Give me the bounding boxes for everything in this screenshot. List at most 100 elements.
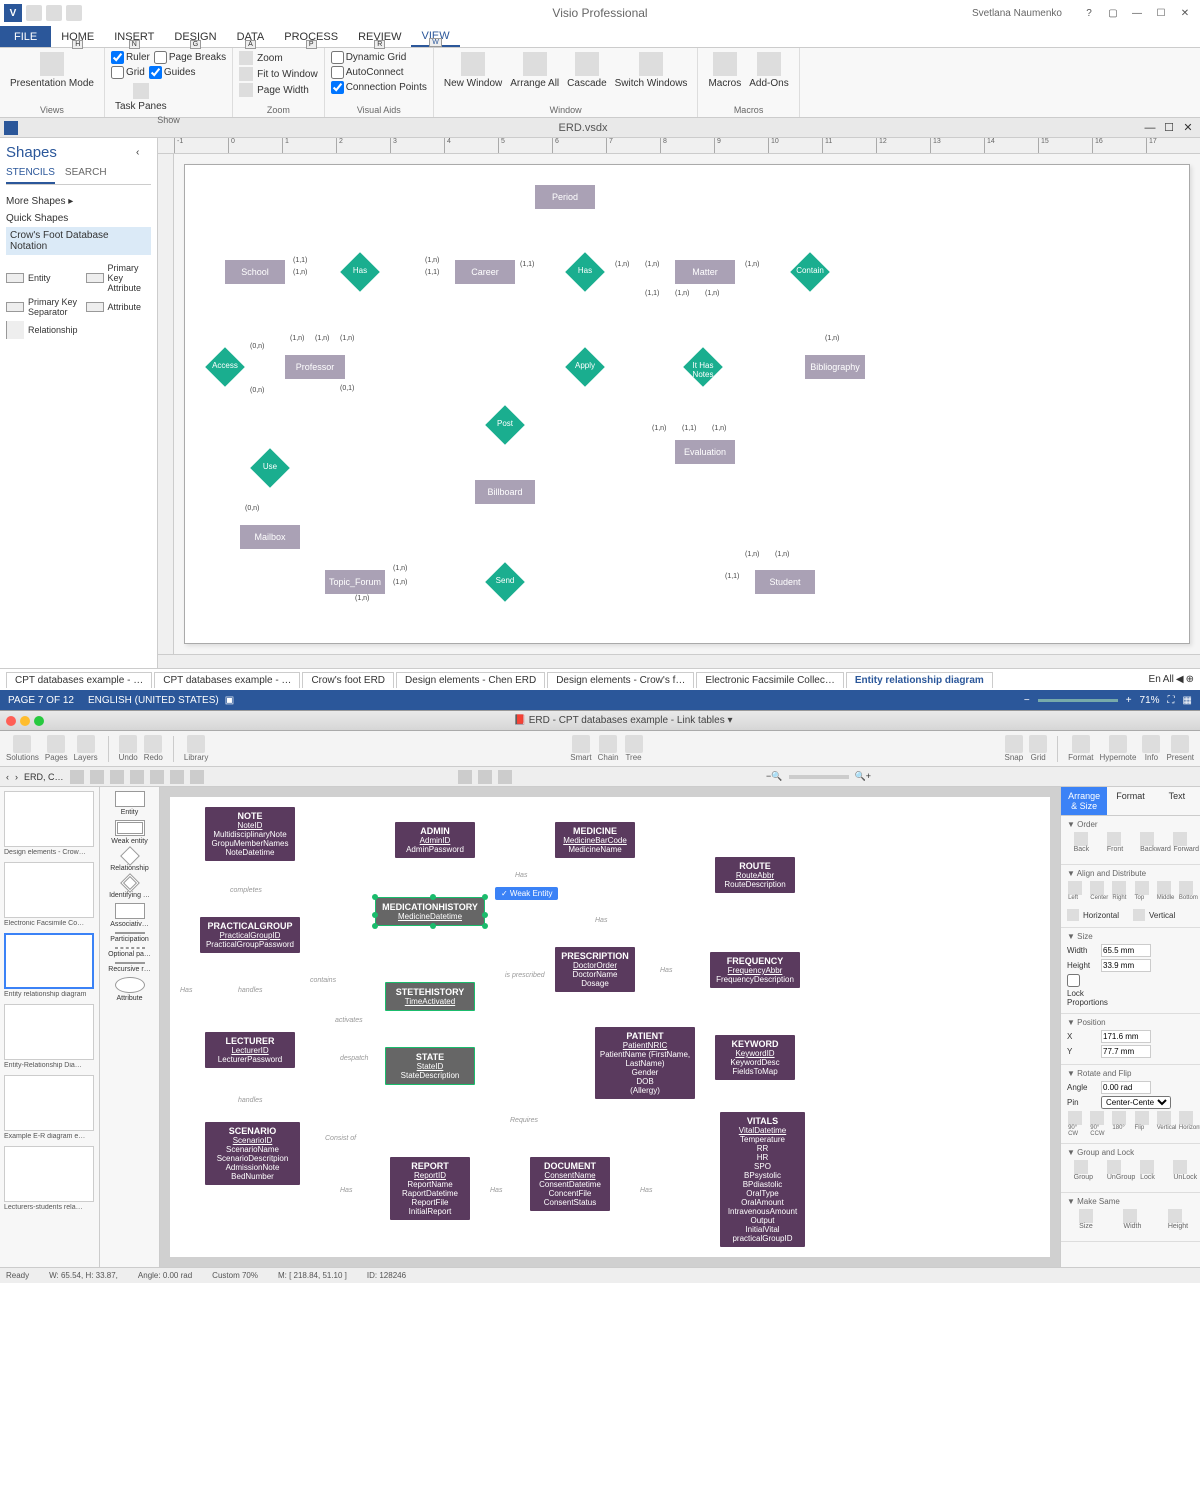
redo-button[interactable]: Redo xyxy=(144,735,163,762)
flip-button[interactable] xyxy=(1135,1111,1149,1125)
user-name[interactable]: Svetlana Naumenko xyxy=(972,8,1062,19)
align-left-button[interactable] xyxy=(1068,881,1082,895)
chain-button[interactable]: Chain xyxy=(598,735,619,762)
lib-entity[interactable]: Entity xyxy=(105,791,155,816)
lib-weak-entity[interactable]: Weak entity xyxy=(105,820,155,845)
ptab-5[interactable]: Electronic Facsimile Collec… xyxy=(696,672,843,688)
backward-button[interactable] xyxy=(1140,832,1154,846)
fullscreen-icon[interactable]: ▦ xyxy=(1183,695,1192,706)
rel-access[interactable]: Access xyxy=(205,347,245,387)
entity-billboard[interactable]: Billboard xyxy=(475,480,535,504)
status-lang[interactable]: ENGLISH (UNITED STATES) xyxy=(88,695,219,706)
lib-optional[interactable]: Optional pa… xyxy=(105,947,155,958)
breadcrumb[interactable]: ERD, C… xyxy=(24,772,64,782)
guides-check[interactable]: Guides xyxy=(149,66,196,79)
switch-windows-button[interactable]: Switch Windows xyxy=(611,50,692,91)
zoom-minus-icon[interactable]: −🔍 xyxy=(766,771,782,782)
qat-save-icon[interactable] xyxy=(26,5,42,21)
fit-window-button[interactable]: Fit to Window xyxy=(239,66,318,82)
ent-report[interactable]: REPORTReportIDReportNameRaportDatetimeRe… xyxy=(390,1157,470,1220)
addons-button[interactable]: Add-Ons xyxy=(745,50,792,91)
ent-prescription[interactable]: PRESCRIPTIONDoctorOrderDoctorNameDosage xyxy=(555,947,635,992)
entity-student[interactable]: Student xyxy=(755,570,815,594)
height-input[interactable] xyxy=(1101,959,1151,972)
group-button[interactable] xyxy=(1074,1160,1088,1174)
format-button[interactable]: Format xyxy=(1068,735,1093,762)
thumb-1[interactable] xyxy=(4,862,94,918)
arrange-all-button[interactable]: Arrange All xyxy=(506,50,563,91)
search-tab[interactable]: SEARCH xyxy=(65,167,107,184)
ent-medicine[interactable]: MEDICINEMedicineBarCodeMedicineName xyxy=(555,822,635,858)
present-button[interactable]: Present xyxy=(1166,735,1194,762)
thumb-4[interactable] xyxy=(4,1075,94,1131)
ent-note[interactable]: NOTENoteIDMultidisciplinaryNoteGropuMemb… xyxy=(205,807,295,861)
entity-evaluation[interactable]: Evaluation xyxy=(675,440,735,464)
ent-frequency[interactable]: FREQUENCYFrequencyAbbrFrequencyDescripti… xyxy=(710,952,800,988)
ent-patient[interactable]: PATIENTPatientNRICPatientName (FirstName… xyxy=(595,1027,695,1099)
tab-file[interactable]: FILE xyxy=(0,26,51,47)
mac-max-icon[interactable] xyxy=(34,716,44,726)
entity-mailbox[interactable]: Mailbox xyxy=(240,525,300,549)
ent-lecturer[interactable]: LECTURERLecturerIDLecturerPassword xyxy=(205,1032,295,1068)
same-height-button[interactable] xyxy=(1168,1209,1182,1223)
diagram-page[interactable]: Period School Career Matter Professor Bi… xyxy=(184,164,1190,644)
rel-has2[interactable]: Has xyxy=(565,252,605,292)
rel-use[interactable]: Use xyxy=(250,448,290,488)
zoom-slider-cd[interactable] xyxy=(789,775,849,779)
maximize-icon[interactable]: ☐ xyxy=(1150,5,1172,21)
lock-button[interactable] xyxy=(1140,1160,1154,1174)
smart-button[interactable]: Smart xyxy=(570,735,591,762)
grid-button[interactable]: Grid xyxy=(1029,735,1047,762)
stencil-entity[interactable]: Entity xyxy=(6,263,78,293)
ruler-check[interactable]: Ruler xyxy=(111,51,150,64)
line-tool-icon[interactable] xyxy=(110,770,124,784)
entity-school[interactable]: School xyxy=(225,260,285,284)
lib-recursive[interactable]: Recursive r… xyxy=(105,962,155,973)
eyedropper-tool-icon[interactable] xyxy=(498,770,512,784)
ptab-1[interactable]: CPT databases example - … xyxy=(154,672,300,688)
arrange-tab[interactable]: Arrange & Size xyxy=(1061,787,1107,815)
stencil-attribute[interactable]: Attribute xyxy=(86,297,151,317)
tab-review[interactable]: REVIEWR xyxy=(348,26,411,47)
text-tool-icon[interactable] xyxy=(90,770,104,784)
nav-fwd-icon[interactable]: › xyxy=(15,772,18,782)
quick-shapes[interactable]: Quick Shapes xyxy=(6,210,151,227)
format-tab[interactable]: Format xyxy=(1107,787,1153,815)
cascade-button[interactable]: Cascade xyxy=(563,50,610,91)
pen-tool-icon[interactable] xyxy=(170,770,184,784)
lock-proportions-check[interactable]: Lock Proportions xyxy=(1067,974,1097,1007)
tab-insert[interactable]: INSERTN xyxy=(104,26,164,47)
doc-restore-icon[interactable]: ☐ xyxy=(1161,121,1177,135)
ptab-4[interactable]: Design elements - Crow's f… xyxy=(547,672,694,688)
flip-v-button[interactable] xyxy=(1157,1111,1171,1125)
stencil-pk-attribute[interactable]: Primary Key Attribute xyxy=(86,263,151,293)
qat-redo-icon[interactable] xyxy=(66,5,82,21)
stencils-tab[interactable]: STENCILS xyxy=(6,167,55,184)
pages-button[interactable]: Pages xyxy=(45,735,68,762)
rel-send[interactable]: Send xyxy=(485,562,525,602)
ptab-2[interactable]: Crow's foot ERD xyxy=(302,672,394,688)
nav-back-icon[interactable]: ‹ xyxy=(6,772,9,782)
mac-min-icon[interactable] xyxy=(20,716,30,726)
ent-scenario[interactable]: SCENARIOScenarioIDScenarioNameScenarioDe… xyxy=(205,1122,300,1185)
ptab-0[interactable]: CPT databases example - … xyxy=(6,672,152,688)
hypernote-button[interactable]: Hypernote xyxy=(1100,735,1137,762)
library-button[interactable]: Library xyxy=(184,735,208,762)
lib-attribute[interactable]: Attribute xyxy=(105,977,155,1002)
autoconnect-check[interactable]: AutoConnect xyxy=(331,66,404,79)
ent-practicalgroup[interactable]: PRACTICALGROUPPracticalGroupIDPracticalG… xyxy=(200,917,300,953)
minimize-icon[interactable]: — xyxy=(1126,5,1148,21)
zoom-button[interactable]: Zoom xyxy=(239,50,318,66)
help-icon[interactable]: ? xyxy=(1078,5,1100,21)
tab-view[interactable]: VIEWW xyxy=(411,26,459,47)
ent-statehistory[interactable]: STETEHISTORYTimeActivated xyxy=(385,982,475,1011)
entity-period[interactable]: Period xyxy=(535,185,595,209)
lib-relationship[interactable]: Relationship xyxy=(105,849,155,872)
entity-bibliography[interactable]: Bibliography xyxy=(805,355,865,379)
tree-button[interactable]: Tree xyxy=(625,735,643,762)
ent-admin[interactable]: ADMINAdminIDAdminPassword xyxy=(395,822,475,858)
width-input[interactable] xyxy=(1101,944,1151,957)
align-right-button[interactable] xyxy=(1112,881,1126,895)
rel-post[interactable]: Post xyxy=(485,405,525,445)
entity-topic-forum[interactable]: Topic_Forum xyxy=(325,570,385,594)
